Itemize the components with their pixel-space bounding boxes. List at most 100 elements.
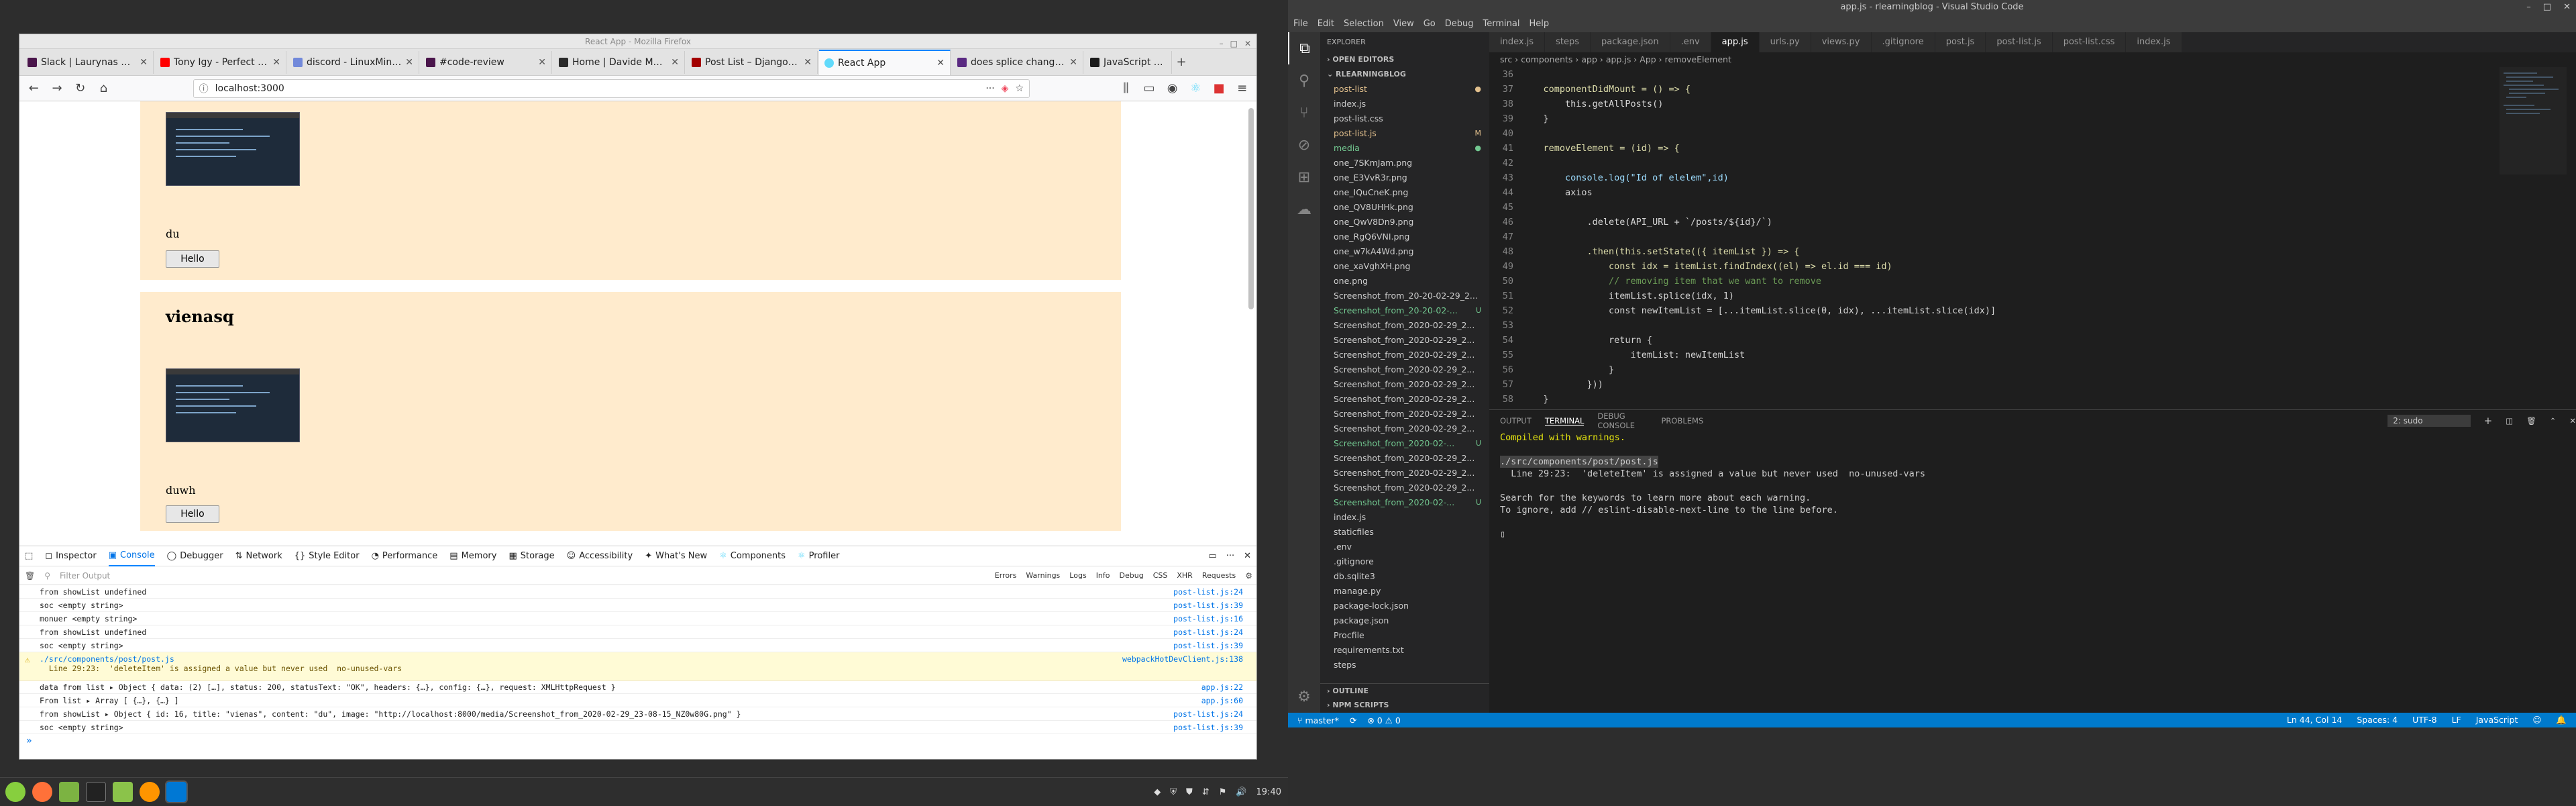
editor-tab[interactable]: index.js bbox=[1489, 32, 1546, 52]
react-devtools-icon[interactable]: ⚛ bbox=[1188, 81, 1203, 97]
maximize-icon[interactable]: □ bbox=[2543, 0, 2551, 15]
breadcrumb[interactable]: src › components › app › app.js › App › … bbox=[1489, 52, 2576, 67]
file-tree-item[interactable]: .gitignore bbox=[1320, 554, 1489, 569]
console-source-link[interactable]: app.js:60 bbox=[1201, 696, 1243, 705]
tab-debugger[interactable]: ◯ Debugger bbox=[167, 546, 223, 566]
sync-icon[interactable]: ⟳ bbox=[1350, 715, 1356, 725]
tab-close-icon[interactable]: ✕ bbox=[804, 57, 812, 68]
tab-accessibility[interactable]: ☺ Accessibility bbox=[567, 546, 633, 566]
editor-tab[interactable]: .env bbox=[1670, 32, 1711, 52]
file-tree-item[interactable]: Screenshot_from_2020-02-29_2... bbox=[1320, 466, 1489, 481]
browser-tab[interactable]: Post List – Django REST Fr✕ bbox=[686, 50, 818, 74]
file-tree-item[interactable]: index.js bbox=[1320, 510, 1489, 525]
file-tree-item[interactable]: Screenshot_from_2020-02-29_2... bbox=[1320, 481, 1489, 495]
dock-icon[interactable]: ▭ bbox=[1208, 551, 1216, 561]
tab-whats-new[interactable]: ✦ What's New bbox=[645, 546, 707, 566]
file-tree-item[interactable]: one_w7kA4Wd.png bbox=[1320, 244, 1489, 259]
file-tree-item[interactable]: Screenshot_from_2020-02-29_2... bbox=[1320, 377, 1489, 392]
maximize-panel-icon[interactable]: ⌃ bbox=[2550, 416, 2557, 425]
pocket-icon[interactable]: ◈ bbox=[1002, 83, 1009, 94]
extensions-icon[interactable]: ⊞ bbox=[1288, 161, 1320, 193]
language-mode[interactable]: JavaScript bbox=[2476, 715, 2518, 725]
console-source-link[interactable]: post-list.js:24 bbox=[1173, 709, 1243, 719]
page-scrollbar[interactable] bbox=[1248, 108, 1254, 309]
file-tree-item[interactable]: steps bbox=[1320, 658, 1489, 672]
filter-errors[interactable]: Errors bbox=[995, 571, 1017, 580]
cursor-position[interactable]: Ln 44, Col 14 bbox=[2287, 715, 2342, 725]
line-number[interactable]: 56 bbox=[1489, 362, 1521, 377]
terminal-output[interactable]: Compiled with warnings. ./src/components… bbox=[1489, 432, 2576, 540]
line-number[interactable]: 51 bbox=[1489, 289, 1521, 303]
minimize-icon[interactable]: – bbox=[2526, 0, 2531, 15]
editor-tab[interactable]: post.js bbox=[1935, 32, 1986, 52]
file-tree-item[interactable]: Screenshot_from_20-20-02-... U bbox=[1320, 303, 1489, 318]
reload-icon[interactable]: ↻ bbox=[72, 81, 88, 97]
shield-icon[interactable]: ⛨ bbox=[1170, 787, 1177, 797]
problems-count[interactable]: ⊗ 0 ⚠ 0 bbox=[1367, 715, 1401, 725]
editor-tab[interactable]: .gitignore bbox=[1871, 32, 1935, 52]
browser-tab[interactable]: Tony Igy - Perfect World✕ bbox=[155, 50, 286, 74]
line-number[interactable]: 55 bbox=[1489, 348, 1521, 362]
editor-tab[interactable]: package.json bbox=[1591, 32, 1670, 52]
tab-close-icon[interactable]: ✕ bbox=[272, 57, 280, 68]
hello-button[interactable]: Hello bbox=[166, 505, 219, 523]
terminal-select[interactable]: 2: sudo bbox=[2387, 415, 2471, 427]
file-tree-item[interactable]: Screenshot_from_2020-02-29_2... bbox=[1320, 421, 1489, 436]
console-source-link[interactable]: app.js:22 bbox=[1201, 683, 1243, 692]
file-tree-item[interactable]: package.json bbox=[1320, 613, 1489, 628]
tab-terminal[interactable]: TERMINAL bbox=[1544, 416, 1585, 426]
menu-help[interactable]: Help bbox=[1529, 19, 1549, 29]
flag-icon[interactable]: ⚑ bbox=[1219, 787, 1227, 797]
tab-performance[interactable]: ◔ Performance bbox=[372, 546, 438, 566]
folder-taskbar-icon[interactable] bbox=[113, 781, 133, 802]
file-tree-item[interactable]: post-list.js M bbox=[1320, 126, 1489, 141]
file-tree-item[interactable]: Screenshot_from_2020-02-29_2... bbox=[1320, 362, 1489, 377]
file-tree-item[interactable]: media ● bbox=[1320, 141, 1489, 156]
file-tree-item[interactable]: post-list ● bbox=[1320, 82, 1489, 97]
vscode-window-button[interactable] bbox=[165, 780, 188, 803]
source-control-icon[interactable]: ⑂ bbox=[1288, 97, 1320, 129]
file-tree-item[interactable]: db.sqlite3 bbox=[1320, 569, 1489, 584]
tab-close-icon[interactable]: ✕ bbox=[405, 57, 413, 68]
browser-tab[interactable]: does splice change state✕ bbox=[952, 50, 1083, 74]
new-tab-icon[interactable]: + bbox=[1173, 54, 1189, 70]
maximize-icon[interactable]: □ bbox=[1230, 36, 1238, 51]
file-tree-item[interactable]: Screenshot_from_2020-02-29_2... bbox=[1320, 451, 1489, 466]
browser-tab[interactable]: discord - LinuxMint Yah✕ bbox=[288, 50, 419, 74]
url-bar[interactable]: ⓘ localhost:3000 ··· ◈ ☆ bbox=[193, 79, 1030, 98]
file-tree-item[interactable]: Screenshot_from_2020-02-... U bbox=[1320, 495, 1489, 510]
files-taskbar-icon[interactable] bbox=[59, 781, 79, 802]
line-number[interactable]: 42 bbox=[1489, 156, 1521, 170]
line-number[interactable]: 44 bbox=[1489, 185, 1521, 200]
close-icon[interactable]: ✕ bbox=[1244, 36, 1251, 51]
menu-icon[interactable]: ≡ bbox=[1234, 81, 1250, 97]
filter-logs[interactable]: Logs bbox=[1069, 571, 1086, 580]
new-terminal-icon[interactable]: + bbox=[2484, 415, 2493, 427]
file-tree-item[interactable]: one_RgQ6VNI.png bbox=[1320, 230, 1489, 244]
tab-close-icon[interactable]: ✕ bbox=[671, 57, 679, 68]
trash-icon[interactable]: 🗑 bbox=[25, 571, 35, 581]
file-tree-item[interactable]: post-list.css bbox=[1320, 111, 1489, 126]
file-tree-item[interactable]: one_xaVghXH.png bbox=[1320, 259, 1489, 274]
menu-debug[interactable]: Debug bbox=[1445, 19, 1474, 29]
file-tree-item[interactable]: Screenshot_from_2020-02-29_2... bbox=[1320, 407, 1489, 421]
console-settings-icon[interactable]: ⚙ bbox=[1245, 571, 1252, 581]
console-source-link[interactable]: post-list.js:39 bbox=[1173, 641, 1243, 650]
git-branch[interactable]: ⑂ master* bbox=[1297, 715, 1339, 725]
firefox-window-button[interactable] bbox=[140, 781, 160, 802]
tab-style-editor[interactable]: {} Style Editor bbox=[294, 546, 360, 566]
open-editors-section[interactable]: › OPEN EDITORS bbox=[1320, 52, 1489, 67]
tab-network[interactable]: ⇅ Network bbox=[235, 546, 282, 566]
console-source-link[interactable]: post-list.js:24 bbox=[1173, 627, 1243, 637]
bookmark-star-icon[interactable]: ☆ bbox=[1015, 83, 1024, 94]
editor-tab[interactable]: views.py bbox=[1811, 32, 1872, 52]
tab-inspector[interactable]: ◻ Inspector bbox=[45, 546, 96, 566]
tab-close-icon[interactable]: ✕ bbox=[538, 57, 546, 68]
tab-close-icon[interactable]: ✕ bbox=[140, 57, 148, 68]
browser-tab[interactable]: #code-review ✕ bbox=[421, 50, 552, 74]
filter-debug[interactable]: Debug bbox=[1120, 571, 1144, 580]
tab-storage[interactable]: ▦ Storage bbox=[508, 546, 554, 566]
account-icon[interactable]: ◉ bbox=[1165, 81, 1180, 97]
file-tree-item[interactable]: Procfile bbox=[1320, 628, 1489, 643]
outline-section[interactable]: › OUTLINE bbox=[1320, 683, 1489, 698]
